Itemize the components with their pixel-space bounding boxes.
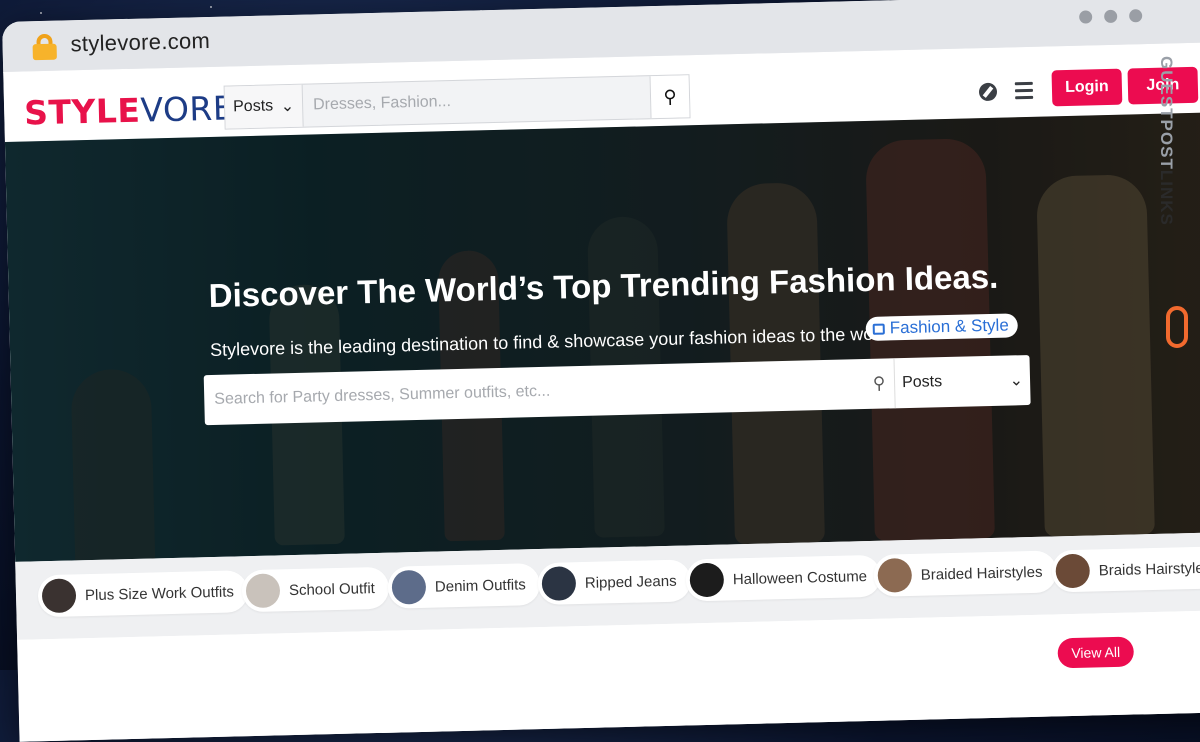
watermark-text: GUESTPOSTLINKS <box>1156 56 1176 226</box>
hero-banner: Discover The World’s Top Trending Fashio… <box>4 111 1200 562</box>
nav-search-input[interactable]: Dresses, Fashion... <box>303 76 651 126</box>
site-logo[interactable]: STYLEVORE <box>24 88 235 132</box>
url-text[interactable]: stylevore.com <box>70 28 210 57</box>
browser-window: stylevore.com STYLEVORE Posts ⌄ Dresses,… <box>2 0 1200 742</box>
window-controls <box>1079 9 1143 24</box>
chip-label: School Outfit <box>288 579 376 599</box>
chip-ripped-jeans[interactable]: Ripped Jeans <box>537 559 692 606</box>
newspaper-icon <box>872 323 885 335</box>
login-button[interactable]: Login <box>1051 68 1123 107</box>
chip-label: Plus Size Work Outfits <box>84 583 235 604</box>
avatar <box>1055 553 1091 589</box>
compass-icon[interactable] <box>978 82 998 102</box>
avatar <box>391 569 427 605</box>
chip-braids-hairstyles[interactable]: Braids Hairstyles <box>1051 546 1200 593</box>
hamburger-menu-icon[interactable] <box>1014 81 1034 103</box>
star <box>210 6 212 8</box>
nav-search-button[interactable]: ⚲ <box>649 75 690 119</box>
chip-plus-size-work-outfits[interactable]: Plus Size Work Outfits <box>37 570 249 618</box>
window-dot-icon[interactable] <box>1104 9 1118 24</box>
chip-label: Denim Outfits <box>434 575 526 596</box>
chevron-down-icon: ⌄ <box>280 97 295 116</box>
category-tag-label: Fashion & Style <box>889 315 1009 338</box>
window-dot-icon[interactable] <box>1079 10 1093 24</box>
watermark-part2: LINKS <box>1157 169 1176 226</box>
search-icon[interactable]: ⚲ <box>863 358 894 409</box>
logo-part-style: STYLE <box>23 90 141 133</box>
hero-search-type-value: Posts <box>901 373 943 392</box>
avatar <box>41 578 77 614</box>
search-icon: ⚲ <box>663 86 677 107</box>
chip-braided-hairstyles[interactable]: Braided Hairstyles <box>873 550 1057 597</box>
chip-label: Ripped Jeans <box>584 572 677 592</box>
hero-search-type-select[interactable]: Posts ⌄ <box>893 354 1031 409</box>
avatar <box>877 557 913 593</box>
avatar <box>245 573 281 609</box>
chip-school-outfit[interactable]: School Outfit <box>241 566 390 613</box>
star <box>40 12 42 14</box>
nav-search-bar: Posts ⌄ Dresses, Fashion... ⚲ <box>223 74 691 130</box>
avatar <box>541 566 577 601</box>
lock-icon <box>32 33 57 61</box>
chip-denim-outfits[interactable]: Denim Outfits <box>387 563 541 609</box>
window-dot-icon[interactable] <box>1129 9 1143 23</box>
chip-label: Braided Hairstyles <box>920 563 1043 584</box>
logo-part-vore: VORE <box>139 88 235 130</box>
chip-label: Braids Hairstyles <box>1098 559 1200 579</box>
nav-search-type-select[interactable]: Posts ⌄ <box>224 84 304 129</box>
chip-label: Halloween Costume <box>732 567 868 588</box>
view-all-button[interactable]: View All <box>1057 636 1135 669</box>
chip-halloween-costume[interactable]: Halloween Costume <box>685 554 882 602</box>
nav-search-type-value: Posts <box>232 97 274 116</box>
category-tag[interactable]: Fashion & Style <box>865 313 1019 341</box>
chain-link-icon <box>1166 306 1188 348</box>
watermark-part1: GUESTPOST <box>1157 56 1176 170</box>
chevron-down-icon: ⌄ <box>1009 372 1024 390</box>
avatar <box>689 562 725 598</box>
